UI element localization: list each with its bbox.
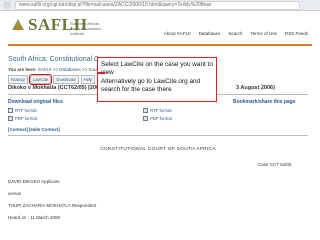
rtf-file-icon — [143, 108, 148, 113]
breadcrumb-databases[interactable]: Databases — [59, 67, 81, 72]
bookmark-heading: Bookmark/share this page — [233, 99, 296, 105]
document-heading: CONSTITUTIONAL COURT OF SOUTH AFRICA — [100, 147, 216, 152]
tab-help[interactable]: Help — [80, 75, 96, 84]
tab-download[interactable]: Download — [53, 75, 79, 84]
middle-rtf-link[interactable]: RTF format — [143, 108, 172, 113]
page: www.saflii.org/cgi-bin/disp.pl?file=za/c… — [0, 0, 320, 240]
divider — [8, 135, 308, 136]
respondent: THUPI ZACHARIA MOKHATLA Respondent — [8, 203, 97, 208]
download-heading: Download original files — [8, 99, 63, 105]
download-pdf-label: PDF format — [15, 116, 37, 121]
applicant: DAVID DIKOKO Applicant — [8, 179, 60, 184]
middle-rtf-label: RTF format — [150, 108, 172, 113]
breadcrumb-prefix: You are here: — [8, 67, 37, 72]
top-navigation: About SAFLII Databases Search Terms of U… — [162, 30, 310, 37]
back-icon[interactable] — [3, 1, 11, 9]
hearing-date: Heard on : 11 March 2006 — [8, 215, 60, 220]
browser-toolbar: www.saflii.org/cgi-bin/disp.pl?file=za/c… — [0, 0, 320, 11]
header-divider — [8, 44, 312, 46]
tab-noteup[interactable]: Noteup — [8, 75, 28, 84]
site-header: SAFLII Southern African Legal Informatio… — [0, 11, 320, 44]
pdf-file-icon — [8, 116, 13, 121]
address-bar[interactable]: www.saflii.org/cgi-bin/disp.pl?file=za/c… — [15, 0, 300, 10]
download-pdf-link[interactable]: PDF format — [8, 116, 37, 121]
context-links[interactable]: [Context] [Hide Context] — [8, 127, 60, 132]
logo-icon — [12, 19, 24, 30]
callout-line-4: search for the case there — [101, 86, 172, 94]
nav-databases[interactable]: Databases — [197, 30, 223, 37]
pdf-file-icon — [143, 116, 148, 121]
callout-line-1: Select LawCite on the case you want to — [101, 61, 213, 68]
callout-pointer — [96, 72, 105, 74]
download-rtf-link[interactable]: RTF format — [8, 108, 37, 113]
callout-line-2: view — [101, 69, 114, 77]
middle-pdf-label: PDF format — [150, 116, 172, 121]
logo-tagline: Southern African Legal Information Insti… — [70, 21, 101, 36]
case-date: 3 August 2006) — [236, 85, 275, 91]
nav-terms[interactable]: Terms of Use — [248, 30, 279, 37]
tab-lawcite[interactable]: LawCite — [28, 74, 53, 85]
versus-text: versus — [8, 191, 22, 196]
instruction-callout: Select LawCite on the case you want to v… — [96, 57, 217, 102]
page-title: South Africa: Constitutional Court — [8, 56, 112, 63]
nav-search[interactable]: Search — [226, 30, 244, 37]
case-number: Case CCT 62/05 — [258, 162, 292, 167]
saflii-logo[interactable]: SAFLII Southern African Legal Informatio… — [10, 14, 110, 40]
rtf-file-icon — [8, 108, 13, 113]
callout-line-3: Alternatively go to LawCite.org and — [101, 77, 201, 85]
nav-rss[interactable]: RSS Feeds — [283, 30, 310, 37]
nav-about[interactable]: About SAFLII — [162, 30, 193, 37]
middle-pdf-link[interactable]: PDF format — [143, 116, 172, 121]
download-rtf-label: RTF format — [15, 108, 37, 113]
breadcrumb-saflii[interactable]: SAFLII — [38, 67, 52, 72]
